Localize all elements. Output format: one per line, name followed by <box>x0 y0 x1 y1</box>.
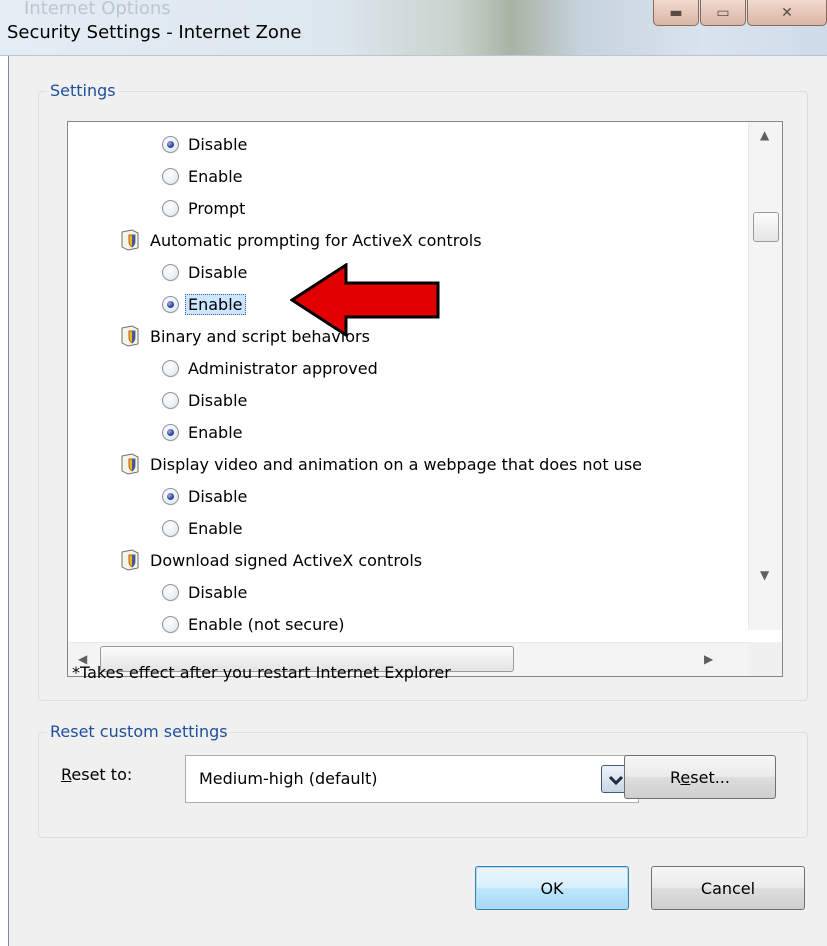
scroll-corner <box>748 642 782 676</box>
setting-option-row[interactable]: Enable <box>162 288 246 320</box>
option-label: Enable <box>185 293 246 315</box>
setting-category-row: Display video and animation on a webpage… <box>120 448 642 480</box>
setting-option-row[interactable]: Enable <box>162 160 243 192</box>
option-label: Disable <box>188 262 248 282</box>
cancel-button-label: Cancel <box>700 878 756 898</box>
setting-option-row[interactable]: Enable <box>162 416 243 448</box>
maximize-button[interactable]: ▭ <box>700 0 746 26</box>
option-label: Disable <box>188 134 248 154</box>
vertical-scroll-thumb[interactable] <box>753 212 779 242</box>
minimize-icon: ▬ <box>669 4 683 21</box>
radio-unchecked-icon[interactable] <box>162 263 179 281</box>
reset-button-label: Reset... <box>670 767 730 787</box>
security-setting-icon <box>121 549 139 571</box>
vertical-scrollbar[interactable]: ▲ ▼ <box>748 122 782 630</box>
setting-option-row[interactable]: Disable <box>162 256 247 288</box>
radio-unchecked-icon[interactable] <box>162 583 179 601</box>
security-setting-icon <box>121 453 139 475</box>
setting-option-row[interactable]: Disable <box>162 480 247 512</box>
close-button[interactable]: ✕ <box>747 0 827 26</box>
radio-checked-icon[interactable] <box>162 487 179 505</box>
category-label: Download signed ActiveX controls <box>150 550 423 570</box>
radio-unchecked-icon[interactable] <box>162 391 179 409</box>
security-setting-icon <box>121 325 139 347</box>
maximize-icon: ▭ <box>716 4 730 21</box>
setting-option-row[interactable]: Administrator approved <box>162 352 378 384</box>
setting-option-row[interactable]: Prompt <box>162 192 245 224</box>
option-label: Disable <box>188 486 248 506</box>
option-label: Enable <box>188 166 243 186</box>
security-setting-icon <box>121 229 139 251</box>
radio-unchecked-icon[interactable] <box>162 167 179 185</box>
minimize-button[interactable]: ▬ <box>653 0 699 26</box>
category-label: Automatic prompting for ActiveX controls <box>150 230 482 250</box>
setting-option-row[interactable]: Enable (not secure) <box>162 608 345 640</box>
radio-unchecked-icon[interactable] <box>162 359 179 377</box>
option-label: Disable <box>188 390 248 410</box>
close-icon: ✕ <box>781 4 793 21</box>
category-label: Display video and animation on a webpage… <box>150 454 642 474</box>
ok-button-label: OK <box>540 878 564 898</box>
title-bar: Internet Options Security Settings - Int… <box>0 0 827 56</box>
option-label: Prompt <box>188 198 246 218</box>
setting-option-row[interactable]: Disable <box>162 576 247 608</box>
option-label: Enable <box>188 518 243 538</box>
scroll-right-icon[interactable]: ▶ <box>704 652 713 666</box>
setting-option-row[interactable]: Disable <box>162 384 247 416</box>
radio-checked-icon[interactable] <box>162 295 179 313</box>
reset-level-value: Medium-high (default) <box>199 769 378 788</box>
radio-unchecked-icon[interactable] <box>162 615 179 633</box>
option-label: Enable <box>188 422 243 442</box>
setting-option-row[interactable]: Disable <box>162 128 247 160</box>
ok-button[interactable]: OK <box>475 866 629 910</box>
dialog-body: Settings Disable Enable Prompt Automatic pr… <box>8 56 827 946</box>
option-label: Enable (not secure) <box>188 614 345 634</box>
radio-checked-icon[interactable] <box>162 423 179 441</box>
scroll-up-icon[interactable]: ▲ <box>760 128 769 142</box>
option-label: Disable <box>188 582 248 602</box>
setting-option-row[interactable]: Enable <box>162 512 243 544</box>
settings-tree[interactable]: Disable Enable Prompt Automatic prompting f… <box>67 121 783 677</box>
radio-checked-icon[interactable] <box>162 135 179 153</box>
cancel-button[interactable]: Cancel <box>651 866 805 910</box>
settings-group-label: Settings <box>47 81 119 100</box>
red-arrow-icon <box>290 263 440 337</box>
window-title: Security Settings - Internet Zone <box>7 22 302 43</box>
option-label: Administrator approved <box>188 358 378 378</box>
reset-button[interactable]: Reset... <box>624 755 776 799</box>
background-window-title: Internet Options <box>24 0 171 19</box>
setting-category-row: Automatic prompting for ActiveX controls <box>120 224 482 256</box>
setting-category-row: Download signed ActiveX controls <box>120 544 422 576</box>
radio-unchecked-icon[interactable] <box>162 199 179 217</box>
reset-group-label: Reset custom settings <box>47 722 231 741</box>
scroll-down-icon[interactable]: ▼ <box>760 568 769 582</box>
reset-to-label: Reset to: <box>61 765 133 784</box>
restart-note: *Takes effect after you restart Internet… <box>72 663 451 682</box>
reset-level-select[interactable]: Medium-high (default) <box>185 755 639 803</box>
radio-unchecked-icon[interactable] <box>162 519 179 537</box>
